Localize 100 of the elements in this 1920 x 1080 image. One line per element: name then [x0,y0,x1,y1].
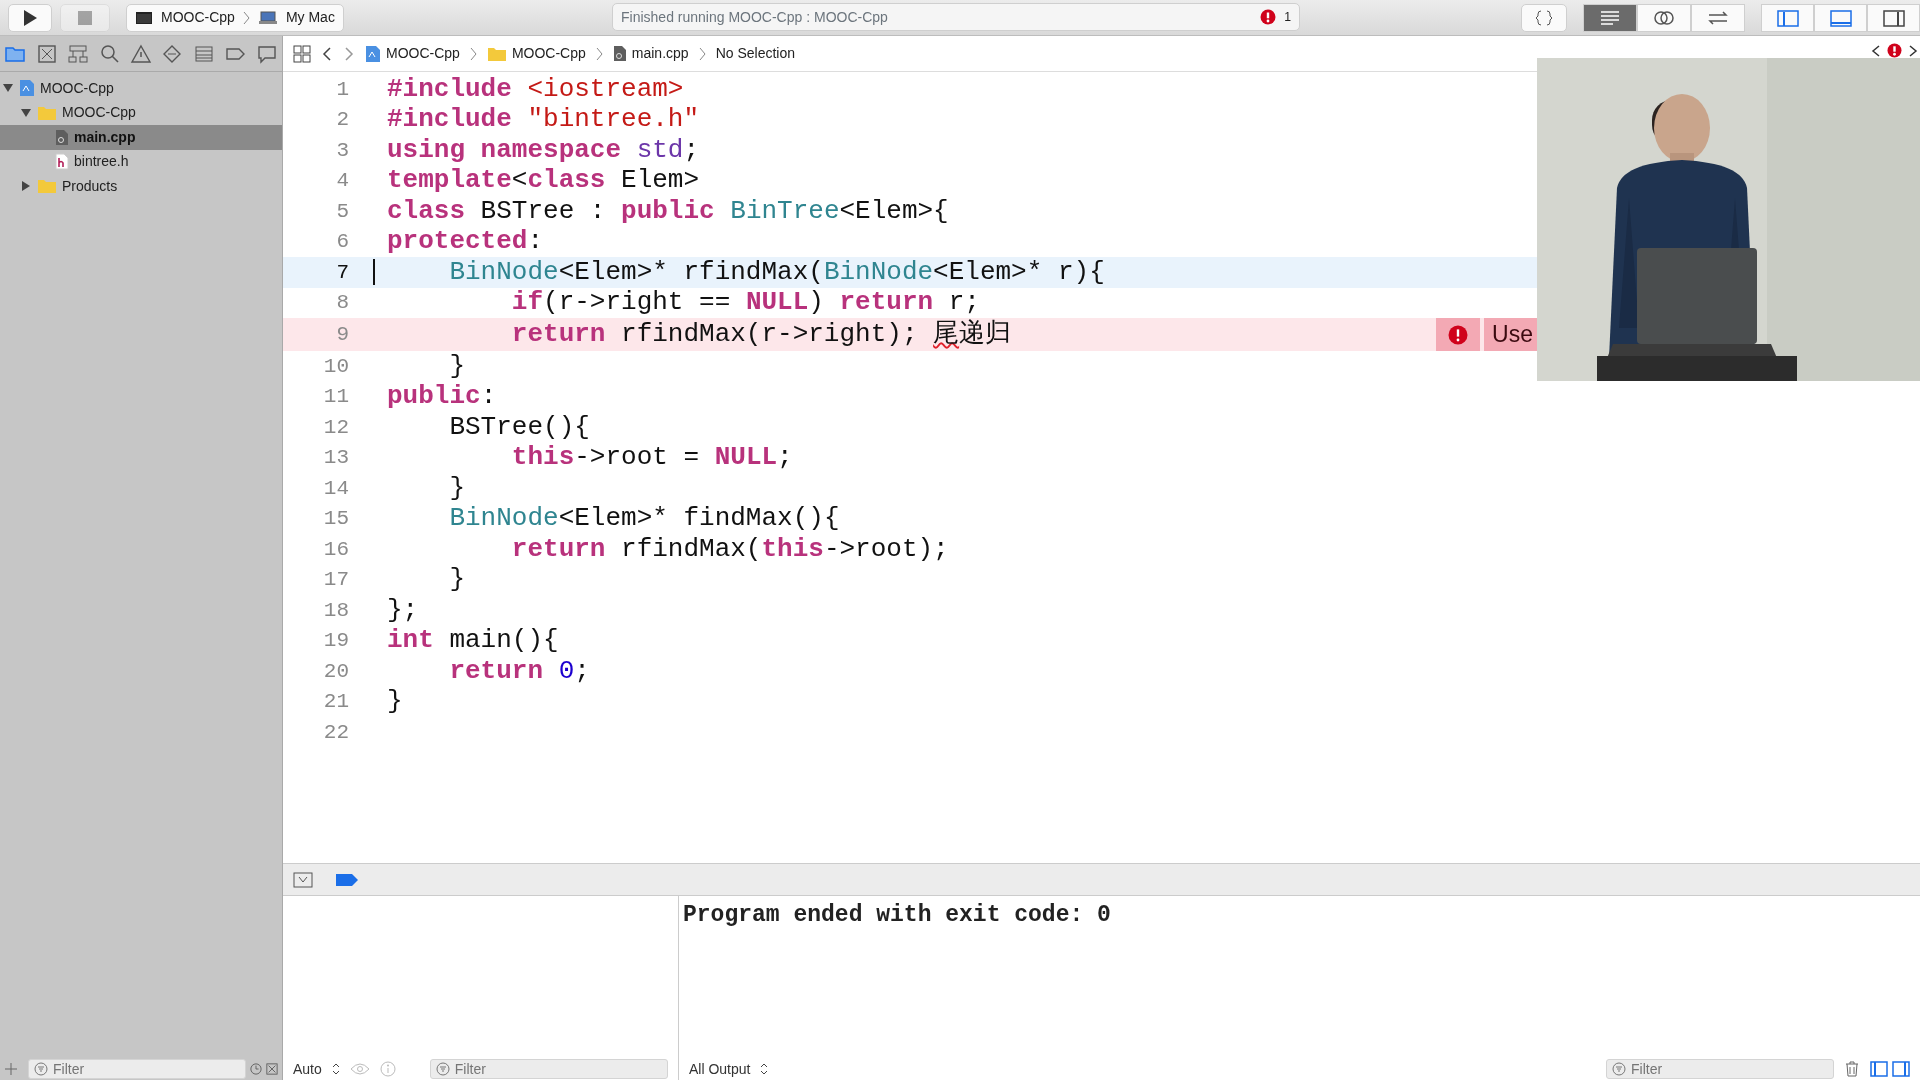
code-snippet-button[interactable] [1521,3,1567,32]
stepper-icon[interactable] [331,1062,340,1076]
trash-icon[interactable] [1844,1061,1860,1077]
line-number: 10 [322,353,350,380]
pane-toggle-icon[interactable] [1892,1061,1910,1077]
scope-selector[interactable]: Auto [293,1058,322,1080]
box-cross-icon[interactable] [266,1062,278,1076]
text-cursor [373,259,375,286]
line-number: 4 [335,168,350,194]
error-icon [1448,324,1469,345]
line-number: 8 [335,290,350,316]
header-file-icon [55,153,69,171]
editor-mode-button[interactable] [1691,3,1745,32]
pane-toggle-icon[interactable] [1870,1061,1888,1077]
clock-icon[interactable] [250,1062,263,1076]
tree-item[interactable]: MOOC-Cpp [0,76,282,101]
terminal-icon [135,10,153,25]
breadcrumb-item[interactable]: MOOC-Cpp [511,43,586,64]
lines-icon [1599,8,1621,27]
filter-field[interactable]: Filter [1606,1059,1834,1079]
code-line: } [448,563,466,597]
filter-field[interactable]: Filter [429,1059,668,1079]
console-output: Program ended with exit code: 0 [682,901,1112,930]
error-marker[interactable] [1436,318,1481,351]
folder-icon [37,104,57,121]
breadcrumb-item[interactable]: No Selection [715,43,795,64]
editor-mode-button[interactable] [1637,3,1691,32]
line-number: 20 [322,658,350,685]
laptop-icon [257,10,278,25]
play-icon [22,8,38,27]
code-line: this->root = NULL; [510,441,794,475]
hide-panel-icon[interactable] [293,871,313,888]
output-selector[interactable]: All Output [689,1058,751,1080]
line-number: 3 [335,137,350,164]
line-number: 5 [335,198,350,225]
line-number: 11 [322,384,350,410]
code-line: if(r->right == NULL) return r; [510,286,981,319]
breakpoint-icon[interactable] [335,872,359,887]
line-number: 12 [322,414,350,441]
code-line: #include <iostream> [386,72,685,106]
forward-icon[interactable] [343,45,355,62]
line-number: 18 [322,597,350,624]
code-line: return rfindMax(r->right); 尾递归 [510,318,1013,351]
editor-mode-button[interactable] [1583,3,1637,32]
scheme-label: My Mac [285,8,335,27]
scheme-selector[interactable]: MOOC-Cpp My Mac [126,3,344,32]
stepper-icon[interactable] [760,1062,769,1076]
tree-item[interactable]: bintree.h [0,149,282,174]
filter-icon [435,1062,450,1076]
project-icon [19,79,35,98]
panel-toggle-button[interactable] [1761,3,1814,32]
code-line: } [386,685,404,719]
line-number: 1 [335,76,350,103]
hierarchy-icon [67,42,90,65]
folder-icon [37,178,57,195]
line-number: 17 [322,567,350,593]
line-number: 9 [335,321,350,348]
cpp-file-icon [612,45,627,62]
filter-icon [34,1062,48,1076]
tree-item[interactable]: Products [0,174,282,199]
line-number: 22 [322,719,350,746]
line-number: 7 [335,259,350,286]
swap-arrows-icon [1706,8,1730,27]
breadcrumb-item[interactable]: MOOC-Cpp [386,43,460,64]
filter-field[interactable]: Filter [28,1059,247,1079]
error-icon [1260,9,1277,25]
line-number: 19 [322,628,350,654]
chevron-icon [242,10,250,25]
scheme-label: MOOC-Cpp [161,8,235,27]
chevron-icon [469,46,477,61]
line-number: 15 [322,506,350,532]
braces-icon [1535,8,1553,27]
tree-item[interactable]: MOOC-Cpp [0,100,282,125]
panel-toggle-button[interactable] [1814,3,1867,32]
filter-icon [1612,1062,1626,1076]
code-line: } [448,349,466,383]
grid-icon[interactable] [293,44,311,63]
next-issue-icon[interactable] [1908,43,1918,58]
warning-icon [129,42,152,65]
box-cross-icon [35,42,58,65]
project-icon [365,44,381,63]
collapsed-triangle-icon[interactable] [20,180,32,193]
rings-icon [1653,8,1675,27]
back-icon[interactable] [321,45,333,62]
previous-issue-icon[interactable] [1871,43,1881,58]
code-line: } [448,471,466,505]
panel-toggle-button[interactable] [1867,3,1920,32]
run-button[interactable] [8,3,52,32]
line-number: 13 [322,445,350,471]
chevron-icon [698,46,706,61]
folder-icon [486,45,507,62]
stop-icon [77,9,93,26]
code-line: }; [386,593,420,627]
chevron-icon [595,46,603,61]
tree-item[interactable]: main.cpp [0,125,282,150]
error-count: 1 [1284,8,1291,26]
breadcrumb-item[interactable]: main.cpp [631,43,689,64]
status-text: Finished running MOOC-Cpp : MOOC-Cpp [621,7,888,27]
expanded-triangle-icon[interactable] [20,106,32,119]
line-number: 16 [322,536,350,563]
